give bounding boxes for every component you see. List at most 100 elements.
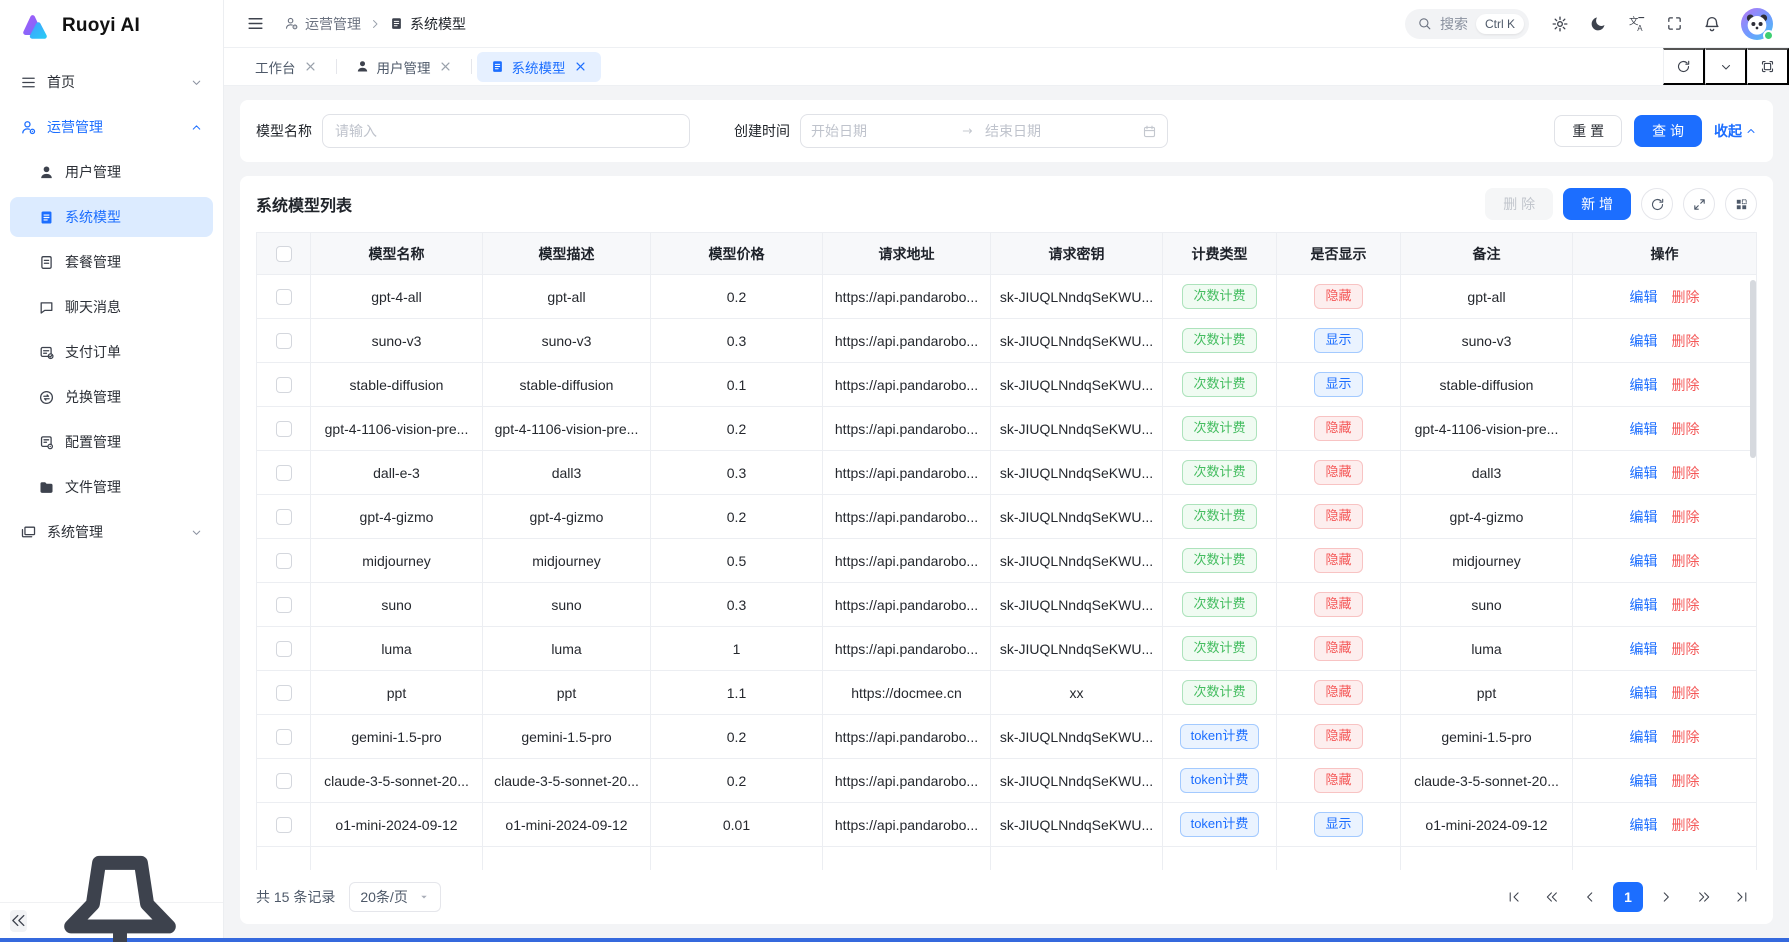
visibility-badge[interactable]: 隐藏 [1314, 284, 1362, 309]
delete-link[interactable]: 删除 [1672, 377, 1700, 393]
add-button[interactable]: 新 增 [1563, 188, 1631, 220]
sidebar-item-config-management[interactable]: 配置管理 [10, 422, 213, 462]
fullscreen-table-button[interactable] [1683, 188, 1715, 220]
visibility-badge[interactable]: 显示 [1314, 812, 1362, 837]
row-checkbox[interactable] [276, 421, 292, 437]
brand-logo[interactable]: Ruoyi AI [0, 0, 223, 52]
tab-系统模型[interactable]: 系统模型 [477, 52, 601, 82]
row-checkbox[interactable] [276, 773, 292, 789]
edit-link[interactable]: 编辑 [1630, 421, 1658, 437]
delete-link[interactable]: 删除 [1672, 597, 1700, 613]
select-all-checkbox[interactable] [276, 246, 292, 262]
delete-link[interactable]: 删除 [1672, 553, 1700, 569]
vertical-scrollbar[interactable] [1750, 280, 1756, 458]
dark-mode-button[interactable] [1583, 9, 1613, 39]
date-range-picker[interactable]: 开始日期 结束日期 [800, 114, 1168, 148]
sidebar-item-package-management[interactable]: 套餐管理 [10, 242, 213, 282]
sidebar-item-operations[interactable]: 运营管理 [10, 107, 213, 147]
edit-link[interactable]: 编辑 [1630, 509, 1658, 525]
row-checkbox[interactable] [276, 509, 292, 525]
edit-link[interactable]: 编辑 [1630, 289, 1658, 305]
page-size-select[interactable]: 20条/页 [349, 882, 440, 912]
edit-link[interactable]: 编辑 [1630, 377, 1658, 393]
next-page-button[interactable] [1651, 882, 1681, 912]
model-name-input[interactable] [322, 114, 690, 148]
delete-link[interactable]: 删除 [1672, 817, 1700, 833]
edit-link[interactable]: 编辑 [1630, 465, 1658, 481]
visibility-badge[interactable]: 显示 [1314, 372, 1362, 397]
edit-link[interactable]: 编辑 [1630, 553, 1658, 569]
delete-link[interactable]: 删除 [1672, 509, 1700, 525]
row-checkbox[interactable] [276, 685, 292, 701]
tab-用户管理[interactable]: 用户管理 [342, 52, 466, 82]
prev-group-button[interactable] [1537, 882, 1567, 912]
delete-link[interactable]: 删除 [1672, 289, 1700, 305]
sidebar-item-chat-messages[interactable]: 聊天消息 [10, 287, 213, 327]
visibility-badge[interactable]: 隐藏 [1314, 548, 1362, 573]
visibility-badge[interactable]: 隐藏 [1314, 592, 1362, 617]
tab-menu-button[interactable] [1705, 48, 1747, 85]
settings-button[interactable] [1545, 9, 1575, 39]
close-icon[interactable] [303, 59, 318, 74]
delete-link[interactable]: 删除 [1672, 421, 1700, 437]
sidebar-item-redeem-management[interactable]: 兑换管理 [10, 377, 213, 417]
delete-link[interactable]: 删除 [1672, 641, 1700, 657]
page-button-current[interactable]: 1 [1613, 882, 1643, 912]
sidebar-item-system-model[interactable]: 系统模型 [10, 197, 213, 237]
sidebar-item-home[interactable]: 首页 [10, 62, 213, 102]
breadcrumb-item[interactable]: 运营管理 [284, 14, 361, 34]
visibility-badge[interactable]: 隐藏 [1314, 724, 1362, 749]
edit-link[interactable]: 编辑 [1630, 729, 1658, 745]
notifications-button[interactable] [1697, 9, 1727, 39]
row-checkbox[interactable] [276, 641, 292, 657]
close-icon[interactable] [438, 59, 453, 74]
visibility-badge[interactable]: 隐藏 [1314, 680, 1362, 705]
breadcrumb-item[interactable]: 系统模型 [389, 14, 466, 34]
column-settings-button[interactable] [1725, 188, 1757, 220]
language-button[interactable]: 文A [1621, 9, 1651, 39]
close-icon[interactable] [573, 59, 588, 74]
edit-link[interactable]: 编辑 [1630, 333, 1658, 349]
delete-link[interactable]: 删除 [1672, 685, 1700, 701]
maximize-content-button[interactable] [1747, 48, 1789, 85]
edit-link[interactable]: 编辑 [1630, 685, 1658, 701]
user-avatar[interactable] [1741, 8, 1773, 40]
sidebar-pin-button[interactable] [27, 828, 213, 942]
delete-link[interactable]: 删除 [1672, 465, 1700, 481]
fullscreen-button[interactable] [1659, 9, 1689, 39]
last-page-button[interactable] [1727, 882, 1757, 912]
edit-link[interactable]: 编辑 [1630, 817, 1658, 833]
first-page-button[interactable] [1499, 882, 1529, 912]
batch-delete-button[interactable]: 删 除 [1485, 188, 1553, 220]
row-checkbox[interactable] [276, 817, 292, 833]
visibility-badge[interactable]: 隐藏 [1314, 504, 1362, 529]
sidebar-item-payment-orders[interactable]: 支付订单 [10, 332, 213, 372]
delete-link[interactable]: 删除 [1672, 773, 1700, 789]
row-checkbox[interactable] [276, 377, 292, 393]
visibility-badge[interactable]: 隐藏 [1314, 416, 1362, 441]
sidebar-toggle-button[interactable] [240, 9, 270, 39]
sidebar-collapse-button[interactable] [10, 910, 27, 932]
delete-link[interactable]: 删除 [1672, 729, 1700, 745]
reset-button[interactable]: 重 置 [1554, 115, 1622, 147]
row-checkbox[interactable] [276, 553, 292, 569]
row-checkbox[interactable] [276, 289, 292, 305]
row-checkbox[interactable] [276, 729, 292, 745]
prev-page-button[interactable] [1575, 882, 1605, 912]
collapse-filter-button[interactable]: 收起 [1714, 121, 1757, 141]
tab-工作台[interactable]: 工作台 [242, 52, 331, 82]
next-group-button[interactable] [1689, 882, 1719, 912]
refresh-list-button[interactable] [1641, 188, 1673, 220]
row-checkbox[interactable] [276, 465, 292, 481]
search-button[interactable]: 查 询 [1634, 115, 1702, 147]
visibility-badge[interactable]: 隐藏 [1314, 636, 1362, 661]
visibility-badge[interactable]: 显示 [1314, 328, 1362, 353]
global-search[interactable]: 搜索 Ctrl K [1405, 9, 1529, 39]
refresh-tab-button[interactable] [1663, 48, 1705, 85]
sidebar-item-file-management[interactable]: 文件管理 [10, 467, 213, 507]
edit-link[interactable]: 编辑 [1630, 773, 1658, 789]
delete-link[interactable]: 删除 [1672, 333, 1700, 349]
row-checkbox[interactable] [276, 333, 292, 349]
sidebar-item-system[interactable]: 系统管理 [10, 512, 213, 552]
edit-link[interactable]: 编辑 [1630, 597, 1658, 613]
